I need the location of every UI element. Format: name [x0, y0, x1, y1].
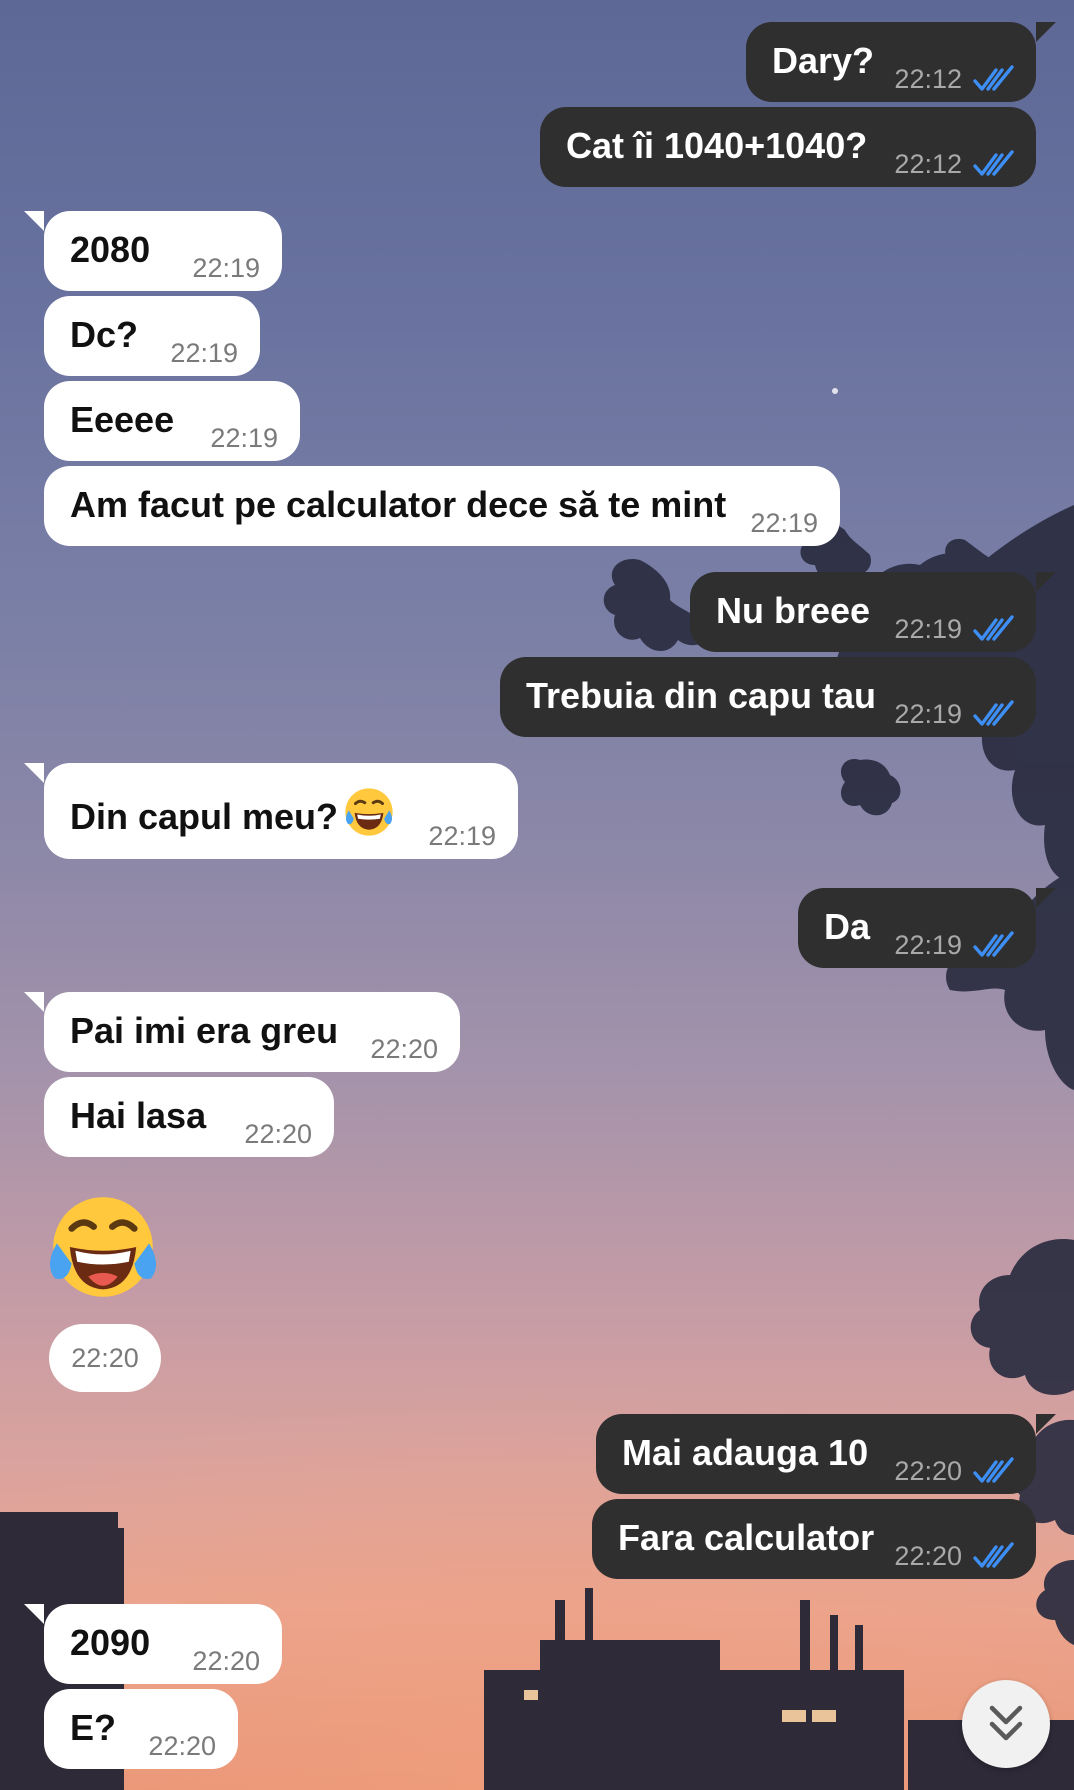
- message-text: Dary?: [772, 40, 875, 81]
- message-time: 22:20: [894, 1456, 962, 1486]
- incoming-message[interactable]: Pai imi era greu 22:20: [24, 992, 460, 1072]
- message-time: 22:20: [244, 1119, 312, 1149]
- incoming-message[interactable]: Am facut pe calculator dece să te mint 2…: [44, 466, 840, 546]
- message-text: E?: [70, 1707, 117, 1748]
- incoming-message[interactable]: E? 22:20: [44, 1689, 238, 1769]
- message-meta: 22:19: [210, 423, 278, 453]
- message-time: 22:19: [750, 508, 818, 538]
- double-check-read-icon: [973, 700, 1014, 726]
- message-time: 22:20: [370, 1034, 438, 1064]
- double-check-read-icon: [973, 65, 1014, 91]
- message-text: Mai adauga 10: [622, 1432, 869, 1473]
- incoming-message[interactable]: Din capul meu? 22:19: [24, 763, 518, 859]
- message-time: 22:20: [71, 1343, 139, 1373]
- message-text: Pai imi era greu: [70, 1010, 339, 1051]
- message-time: 22:19: [428, 821, 496, 851]
- message-text: 2090: [70, 1622, 151, 1663]
- outgoing-message[interactable]: Cat îi 1040+1040? 22:12: [540, 107, 1036, 187]
- incoming-message[interactable]: Dc? 22:19: [44, 296, 260, 376]
- message-text: Cat îi 1040+1040?: [566, 125, 868, 166]
- incoming-message[interactable]: Eeeee 22:19: [44, 381, 300, 461]
- message-meta: 22:12: [894, 64, 1016, 94]
- message-meta: 22:20: [370, 1034, 438, 1064]
- incoming-message[interactable]: 2090 22:20: [24, 1604, 282, 1684]
- incoming-message[interactable]: Hai lasa 22:20: [44, 1077, 334, 1157]
- message-text: Da: [824, 906, 871, 947]
- message-text: Trebuia din capu tau: [526, 675, 877, 716]
- message-time: 22:20: [894, 1541, 962, 1571]
- message-text-content: Din capul meu?: [70, 796, 339, 837]
- message-meta: 22:19: [894, 699, 1016, 729]
- outgoing-message[interactable]: Fara calculator 22:20: [592, 1499, 1036, 1579]
- message-time: 22:19: [894, 614, 962, 644]
- incoming-message[interactable]: 2080 22:19: [24, 211, 282, 291]
- emoji-message-time: 22:20: [49, 1324, 161, 1392]
- double-check-read-icon: [973, 931, 1014, 957]
- message-time: 22:19: [192, 253, 260, 283]
- message-meta: 22:20: [192, 1646, 260, 1676]
- message-meta: 22:20: [894, 1541, 1016, 1571]
- message-text: Dc?: [70, 314, 139, 355]
- message-meta: 22:19: [750, 508, 818, 538]
- message-time: 22:19: [894, 699, 962, 729]
- message-text: 2080: [70, 229, 151, 270]
- message-meta: 22:19: [192, 253, 260, 283]
- message-text: Hai lasa: [70, 1095, 207, 1136]
- double-check-read-icon: [973, 150, 1014, 176]
- message-meta: 22:19: [170, 338, 238, 368]
- double-check-read-icon: [973, 1457, 1014, 1483]
- message-text: Fara calculator: [618, 1517, 875, 1558]
- face-with-tears-of-joy-icon[interactable]: [44, 1188, 162, 1306]
- message-meta: 22:20: [894, 1456, 1016, 1486]
- message-time: 22:19: [894, 930, 962, 960]
- message-meta: 22:20: [148, 1731, 216, 1761]
- message-text: Din capul meu?: [70, 785, 396, 839]
- message-time: 22:12: [894, 64, 962, 94]
- outgoing-message[interactable]: Trebuia din capu tau 22:19: [500, 657, 1036, 737]
- message-meta: 22:20: [244, 1119, 312, 1149]
- double-chevron-down-icon: [989, 1705, 1023, 1741]
- double-check-read-icon: [973, 615, 1014, 641]
- outgoing-message[interactable]: Dary? 22:12: [746, 22, 1056, 102]
- message-text: Eeeee: [70, 399, 175, 440]
- outgoing-message[interactable]: Mai adauga 10 22:20: [596, 1414, 1056, 1494]
- chat-background: Dary? 22:12 Cat îi 1040+1040? 22:12 2080…: [0, 0, 1074, 1790]
- double-check-read-icon: [973, 1542, 1014, 1568]
- message-meta: 22:19: [894, 930, 1016, 960]
- message-text: Am facut pe calculator dece să te mint: [70, 484, 727, 525]
- message-meta: 22:12: [894, 149, 1016, 179]
- message-time: 22:12: [894, 149, 962, 179]
- message-time: 22:20: [192, 1646, 260, 1676]
- message-time: 22:19: [210, 423, 278, 453]
- message-meta: 22:19: [428, 821, 496, 851]
- message-time: 22:19: [170, 338, 238, 368]
- outgoing-message[interactable]: Nu breee 22:19: [690, 572, 1056, 652]
- message-time: 22:20: [148, 1731, 216, 1761]
- message-text: Nu breee: [716, 590, 871, 631]
- scroll-to-bottom-button[interactable]: [962, 1680, 1050, 1768]
- message-meta: 22:19: [894, 614, 1016, 644]
- face-with-tears-of-joy-icon: [345, 788, 393, 836]
- outgoing-message[interactable]: Da 22:19: [798, 888, 1056, 968]
